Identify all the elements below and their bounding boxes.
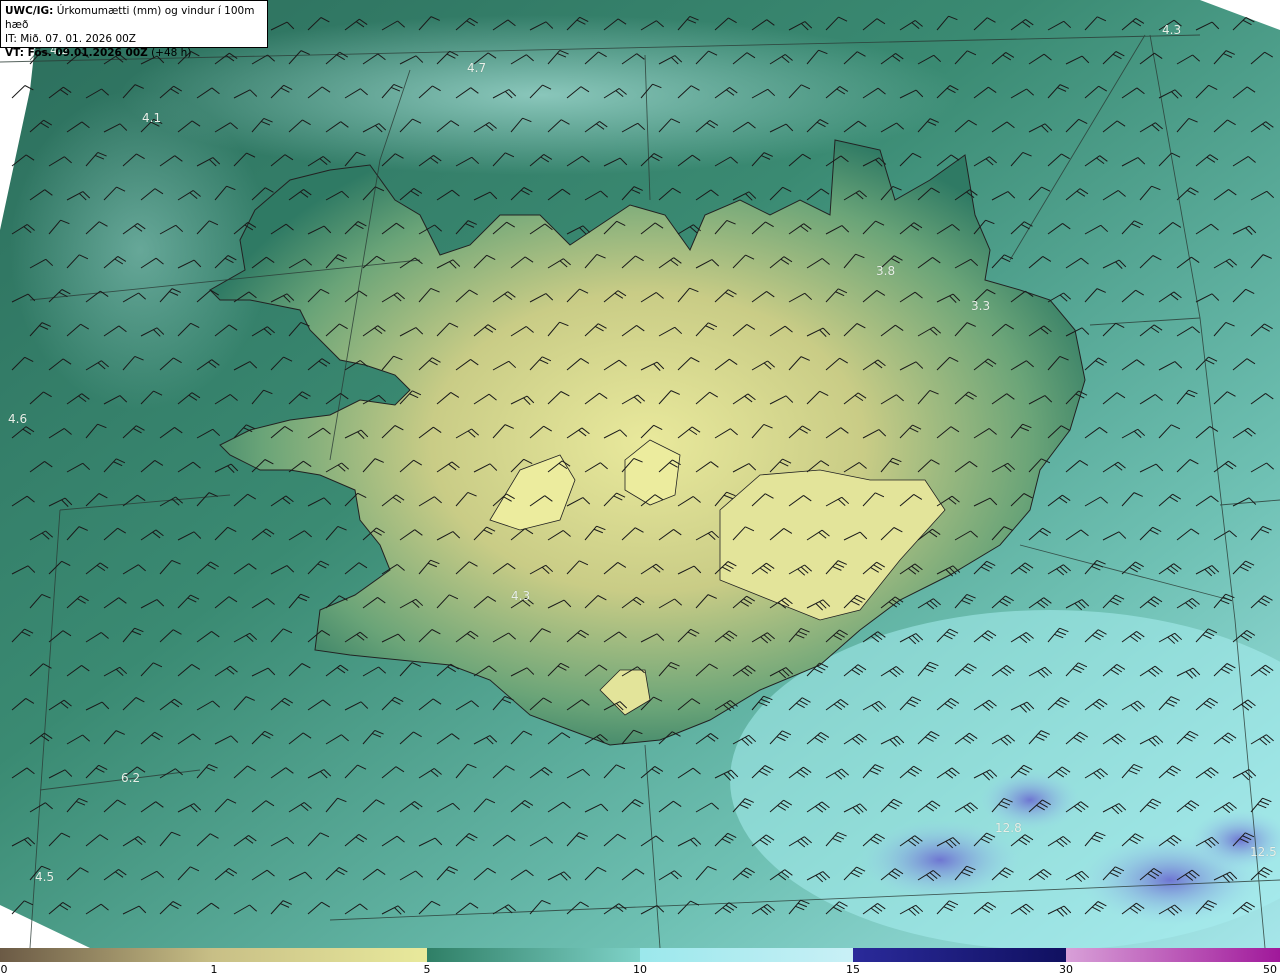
color-scale-segment	[640, 948, 853, 962]
legend-tick-label: 50	[1263, 963, 1277, 976]
field-value-label: 6.2	[121, 771, 141, 785]
field-value-label: 3.3	[971, 299, 991, 313]
color-scale-segment	[213, 948, 427, 962]
valid-prefix: VT:	[5, 47, 28, 59]
color-scale-legend: 0 1 5 10 15 30 50	[0, 948, 1280, 978]
legend-tick-label: 1	[210, 963, 218, 976]
map-canvas	[0, 0, 1280, 948]
color-scale-segment	[0, 948, 213, 962]
color-scale-segment	[1066, 948, 1280, 962]
precipitation-wind-map[interactable]: 4.2 4.1 4.7 4.3 3.8 3.3 4.6 4.3 6.2 4.5 12.8 12.5	[0, 0, 1280, 948]
field-value-label: 4.6	[8, 412, 28, 426]
field-value-label: 4.7	[467, 61, 487, 75]
legend-tick-label: 30	[1059, 963, 1073, 976]
field-value-label: 4.3	[1162, 23, 1182, 37]
field-value-label: 12.8	[995, 821, 1022, 835]
field-value-label: 4.1	[142, 111, 162, 125]
color-scale-segment	[853, 948, 1066, 962]
legend-tick-label: 15	[846, 963, 860, 976]
valid-time: Fös. 09.01.2026 00Z	[27, 47, 148, 59]
field-value-label: 12.5	[1250, 845, 1277, 859]
legend-tick-label: 10	[633, 963, 647, 976]
field-value-label: 3.8	[876, 264, 896, 278]
legend-tick-label: 5	[423, 963, 431, 976]
lead-time: (+48 h)	[147, 47, 192, 59]
field-value-label: 4.5	[35, 870, 55, 884]
field-value-label: 4.3	[511, 589, 531, 603]
legend-tick-label: 0	[0, 963, 8, 976]
color-scale-bar	[0, 948, 1280, 962]
product-code: UWC/IG:	[5, 5, 54, 17]
init-time: IT: Mið. 07. 01. 2026 00Z	[5, 33, 136, 45]
map-title-box: UWC/IG: Úrkomumætti (mm) og vindur í 100…	[0, 0, 268, 59]
color-scale-segment	[427, 948, 640, 962]
